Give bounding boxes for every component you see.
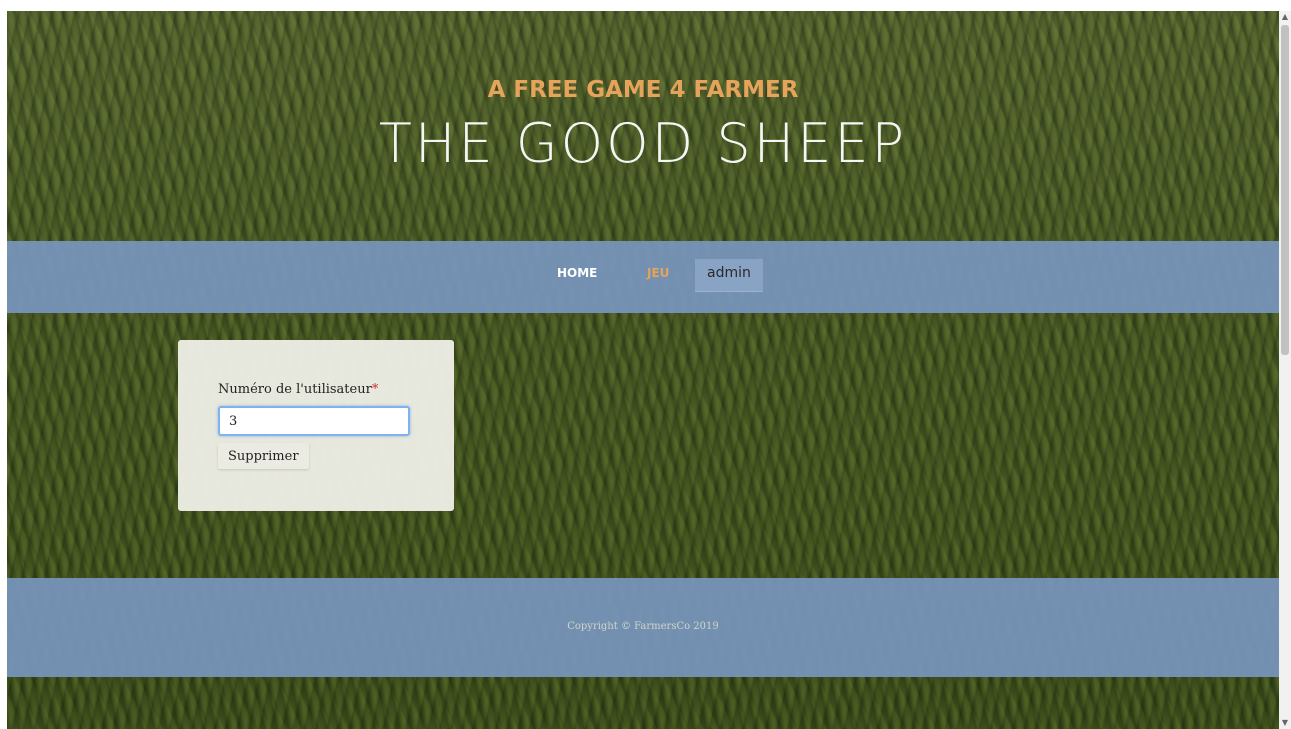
- site-title: THE GOOD SHEEP: [378, 112, 908, 175]
- site-header: A FREE GAME 4 FARMER THE GOOD SHEEP: [7, 11, 1279, 241]
- user-number-input[interactable]: [218, 406, 410, 436]
- delete-user-form: Numéro de l'utilisateur* Supprimer: [178, 340, 454, 511]
- page-viewport: A FREE GAME 4 FARMER THE GOOD SHEEP HOME…: [7, 11, 1279, 729]
- scroll-down-arrow-icon[interactable]: ▼: [1279, 717, 1291, 729]
- scroll-thumb[interactable]: [1281, 25, 1289, 355]
- nav-item-admin[interactable]: admin: [695, 259, 763, 292]
- vertical-scrollbar[interactable]: ▲ ▼: [1279, 11, 1291, 729]
- scroll-up-arrow-icon[interactable]: ▲: [1279, 11, 1291, 23]
- delete-button[interactable]: Supprimer: [218, 443, 309, 469]
- nav-item-home[interactable]: HOME: [557, 266, 597, 280]
- user-number-label: Numéro de l'utilisateur*: [218, 382, 378, 397]
- user-number-label-text: Numéro de l'utilisateur: [218, 382, 372, 397]
- main-navbar: HOME JEU admin: [7, 241, 1279, 313]
- site-footer: Copyright © FarmersCo 2019: [7, 578, 1279, 677]
- site-tagline: A FREE GAME 4 FARMER: [487, 77, 799, 103]
- nav-item-jeu[interactable]: JEU: [647, 266, 669, 280]
- required-marker: *: [371, 382, 379, 397]
- copyright-text: Copyright © FarmersCo 2019: [567, 621, 719, 632]
